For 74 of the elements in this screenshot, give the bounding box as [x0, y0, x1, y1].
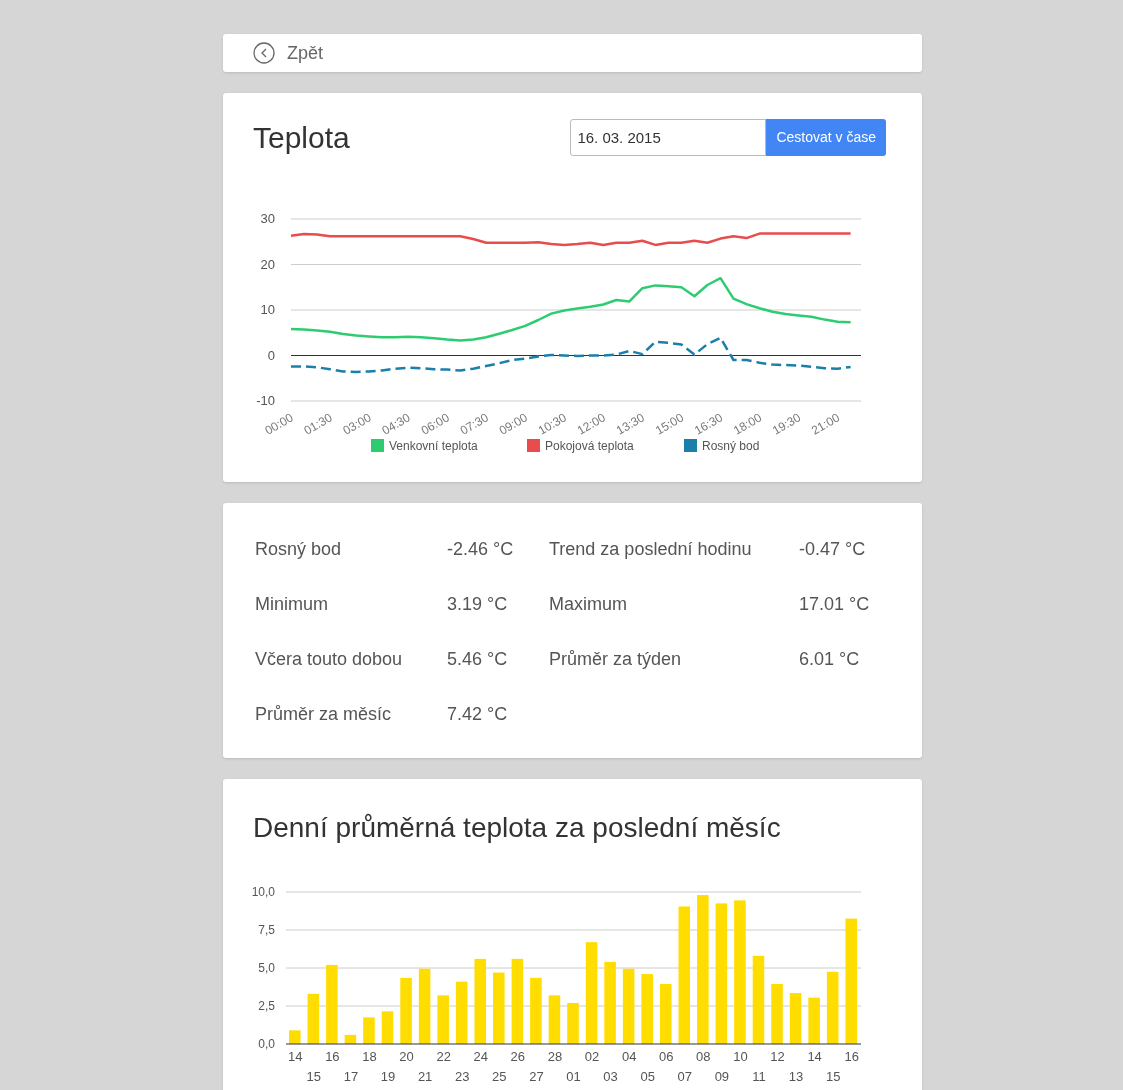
axis-label: 20	[260, 256, 275, 272]
axis-label: 7,5	[258, 923, 275, 937]
back-icon	[253, 42, 275, 64]
stat-value: -2.46 °C	[447, 538, 515, 561]
axis-label: 26	[510, 1049, 526, 1064]
axis-label: 16	[325, 1049, 340, 1064]
axis-label: 24	[473, 1049, 488, 1064]
axis-label: 23	[455, 1069, 470, 1084]
axis-label: 28	[547, 1049, 563, 1064]
axis-label: 12	[770, 1049, 785, 1064]
axis-label: 06	[659, 1049, 674, 1064]
axis-label: 10	[733, 1049, 748, 1064]
date-field[interactable]: 16. 03. 2015	[570, 119, 767, 156]
axis-label: 14	[288, 1049, 303, 1064]
axis-label: 15	[306, 1069, 322, 1084]
axis-label: 27	[529, 1069, 544, 1084]
axis-label: 09:00	[496, 410, 530, 438]
axis-label: 01:30	[301, 410, 335, 438]
axis-label: 07:30	[457, 410, 491, 438]
axis-label: 16	[844, 1049, 859, 1064]
axis-label: 09	[714, 1069, 730, 1084]
stat-label: Minimum	[255, 593, 329, 616]
axis-label: 00:00	[262, 410, 296, 438]
legend-label: Pokojová teplota	[545, 439, 634, 453]
stat-label: Průměr za týden	[549, 648, 683, 671]
axis-label: 11	[752, 1069, 766, 1084]
axis-label: 15	[825, 1069, 841, 1084]
axis-label: 08	[696, 1049, 711, 1064]
stat-value: 7.42 °C	[447, 703, 509, 726]
axis-label: 13	[788, 1069, 804, 1084]
axis-label: 0	[267, 347, 275, 363]
axis-label: 02	[584, 1049, 600, 1064]
card-title: Teplota	[253, 120, 350, 156]
axis-label: 0,0	[258, 1037, 275, 1051]
stat-value: 6.01 °C	[799, 648, 861, 671]
axis-label: 06:00	[418, 410, 452, 438]
card-title: Denní průměrná teplota za poslední měsíc	[252, 811, 782, 845]
axis-label: 5,0	[258, 961, 275, 975]
legend-swatch	[371, 439, 384, 452]
stat-label: Včera touto dobou	[255, 648, 404, 671]
axis-label: 25	[492, 1069, 507, 1084]
axis-label: 2,5	[258, 999, 275, 1013]
axis-label: 17	[343, 1069, 359, 1084]
legend-label: Rosný bod	[702, 439, 760, 453]
axis-label: 04:30	[379, 410, 413, 438]
time-travel-button[interactable]: Cestovat v čase	[766, 119, 886, 156]
axis-label: 14	[807, 1049, 822, 1064]
stat-label: Trend za poslední hodinu	[549, 538, 753, 561]
legend-swatch	[527, 439, 540, 452]
back-link[interactable]: Zpět	[253, 39, 324, 67]
axis-label: 10	[260, 302, 275, 317]
legend-swatch	[684, 439, 697, 452]
stat-value: 3.19 °C	[447, 593, 509, 616]
axis-label: 20	[399, 1049, 414, 1064]
axis-label: 18	[362, 1049, 377, 1064]
axis-label: -10	[256, 393, 275, 408]
axis-label: 19	[380, 1069, 396, 1084]
axis-label: 05	[640, 1069, 655, 1084]
legend-label: Venkovní teplota	[389, 439, 478, 453]
stat-value: 5.46 °C	[447, 648, 509, 671]
stat-value: 17.01 °C	[799, 593, 871, 616]
axis-label: 30	[260, 211, 275, 226]
axis-label: 07	[677, 1069, 692, 1084]
axis-label: 03	[603, 1069, 618, 1084]
stat-label: Průměr za měsíc	[255, 703, 393, 726]
axis-label: 21	[417, 1069, 433, 1084]
axis-label: 22	[436, 1049, 451, 1064]
axis-label: 03:00	[340, 410, 374, 438]
stat-value: -0.47 °C	[799, 538, 867, 561]
stat-label: Maximum	[549, 593, 628, 616]
axis-label: 01	[566, 1069, 581, 1084]
stat-label: Rosný bod	[255, 538, 343, 561]
axis-label: 04	[621, 1049, 637, 1064]
axis-label: 10,0	[251, 885, 275, 899]
